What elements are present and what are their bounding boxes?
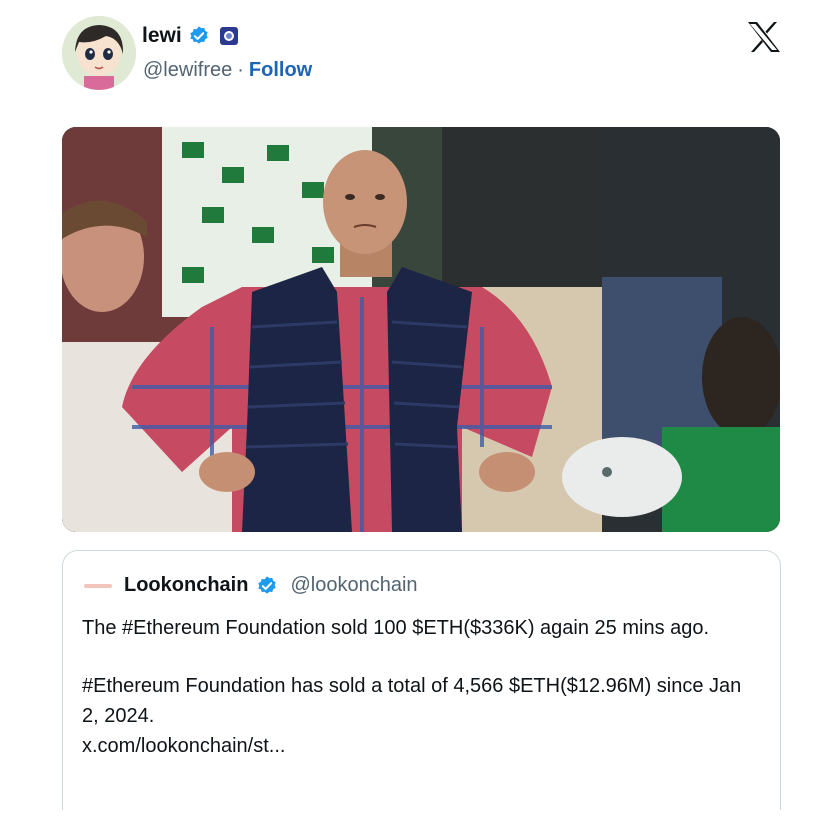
handle-row: @lewifree · Follow <box>143 59 312 82</box>
quoted-avatar[interactable] <box>84 583 112 588</box>
quoted-display-name[interactable]: Lookonchain <box>124 574 248 597</box>
separator: · <box>237 59 244 81</box>
affiliation-badge-icon <box>219 27 238 45</box>
author-handle[interactable]: @lewifree <box>143 59 232 82</box>
post-header: lewi @lewifree · Follow <box>62 14 782 94</box>
quoted-link[interactable]: x.com/lookonchain/st... <box>82 731 762 761</box>
x-logo-icon[interactable] <box>746 20 782 54</box>
follow-button[interactable]: Follow <box>249 59 312 82</box>
meme-photo-disappointed-fan <box>62 127 780 532</box>
avatar[interactable] <box>62 16 136 90</box>
verified-badge-icon <box>189 26 208 44</box>
verified-badge-icon <box>258 575 277 594</box>
quoted-handle[interactable]: @lookonchain <box>290 574 417 597</box>
quoted-post-header: Lookonchain @lookonchain <box>84 574 418 597</box>
quoted-post-text: The #Ethereum Foundation sold 100 $ETH($… <box>82 613 762 761</box>
name-row: lewi <box>142 24 238 48</box>
post-media-image[interactable] <box>62 127 780 532</box>
quoted-post-card[interactable]: Lookonchain @lookonchain The #Ethereum F… <box>62 550 781 810</box>
avatar-cartoon-icon <box>62 16 136 90</box>
display-name[interactable]: lewi <box>142 24 182 48</box>
quoted-text-line1: The #Ethereum Foundation sold 100 $ETH($… <box>82 617 710 639</box>
quoted-text-line2: #Ethereum Foundation has sold a total of… <box>82 675 742 727</box>
